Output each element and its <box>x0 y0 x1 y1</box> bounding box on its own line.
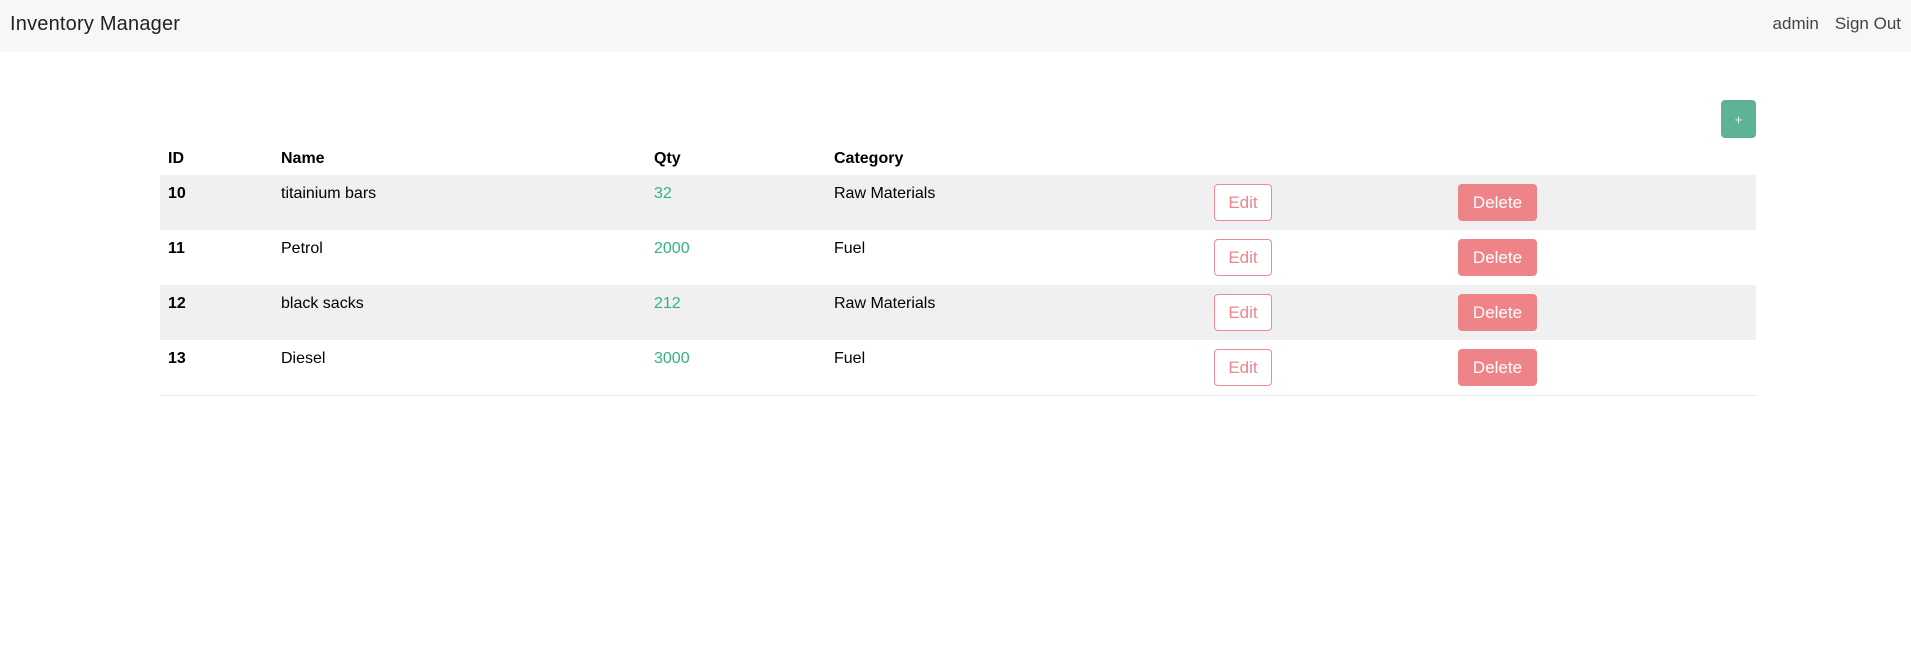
edit-button[interactable]: Edit <box>1214 294 1272 331</box>
header-category: Category <box>834 149 904 167</box>
edit-button[interactable]: Edit <box>1214 184 1272 221</box>
sign-out-link[interactable]: Sign Out <box>1835 14 1901 34</box>
row-edit-cell: Edit <box>1206 175 1450 230</box>
row-category: Raw Materials <box>834 185 936 202</box>
nav-user-menu: admin Sign Out <box>1773 14 1901 34</box>
table-row: 10 titainium bars 32 Raw Materials Edit … <box>160 175 1756 230</box>
row-category: Raw Materials <box>834 295 936 312</box>
row-id-cell: 12 <box>160 285 273 340</box>
header-edit <box>1206 142 1450 175</box>
header-delete <box>1450 142 1756 175</box>
row-qty-cell: 32 <box>646 175 826 230</box>
header-name: Name <box>281 149 325 167</box>
row-delete-cell: Delete <box>1450 230 1756 285</box>
row-delete-cell: Delete <box>1450 175 1756 230</box>
row-name-cell: titainium bars <box>273 175 646 230</box>
row-name: black sacks <box>281 295 364 312</box>
nav-username[interactable]: admin <box>1773 14 1819 34</box>
app-brand[interactable]: Inventory Manager <box>10 13 180 36</box>
row-edit-cell: Edit <box>1206 340 1450 395</box>
header-id: ID <box>168 149 184 167</box>
row-id: 12 <box>168 295 186 312</box>
row-name: Diesel <box>281 350 326 367</box>
header-qty: Qty <box>654 149 681 167</box>
row-id: 13 <box>168 350 186 367</box>
row-qty: 2000 <box>654 240 690 257</box>
table-header-row: ID Name Qty Category <box>160 142 1756 175</box>
row-category: Fuel <box>834 350 866 367</box>
row-qty-cell: 2000 <box>646 230 826 285</box>
row-name-cell: Petrol <box>273 230 646 285</box>
row-id: 11 <box>168 240 185 257</box>
row-edit-cell: Edit <box>1206 285 1450 340</box>
inventory-table: ID Name Qty Category 10 titainium bars 3… <box>160 142 1756 396</box>
row-id-cell: 13 <box>160 340 273 395</box>
row-category-cell: Fuel <box>826 230 1206 285</box>
table-row: 13 Diesel 3000 Fuel Edit Delete <box>160 340 1756 395</box>
delete-button[interactable]: Delete <box>1458 239 1537 276</box>
row-name-cell: Diesel <box>273 340 646 395</box>
row-delete-cell: Delete <box>1450 285 1756 340</box>
row-delete-cell: Delete <box>1450 340 1756 395</box>
row-category: Fuel <box>834 240 866 257</box>
row-category-cell: Fuel <box>826 340 1206 395</box>
table-row: 11 Petrol 2000 Fuel Edit Delete <box>160 230 1756 285</box>
delete-button[interactable]: Delete <box>1458 184 1537 221</box>
row-name-cell: black sacks <box>273 285 646 340</box>
row-qty-cell: 3000 <box>646 340 826 395</box>
row-qty: 212 <box>654 295 681 312</box>
edit-button[interactable]: Edit <box>1214 239 1272 276</box>
row-id-cell: 10 <box>160 175 273 230</box>
row-id-cell: 11 <box>160 230 273 285</box>
row-edit-cell: Edit <box>1206 230 1450 285</box>
delete-button[interactable]: Delete <box>1458 294 1537 331</box>
row-name: titainium bars <box>281 185 377 202</box>
row-qty: 32 <box>654 185 672 202</box>
row-id: 10 <box>168 185 186 202</box>
row-qty-cell: 212 <box>646 285 826 340</box>
top-navbar: Inventory Manager admin Sign Out <box>0 0 1911 52</box>
delete-button[interactable]: Delete <box>1458 349 1537 386</box>
row-category-cell: Raw Materials <box>826 175 1206 230</box>
row-qty: 3000 <box>654 350 690 367</box>
table-row: 12 black sacks 212 Raw Materials Edit De… <box>160 285 1756 340</box>
edit-button[interactable]: Edit <box>1214 349 1272 386</box>
row-category-cell: Raw Materials <box>826 285 1206 340</box>
row-name: Petrol <box>281 240 323 257</box>
add-item-button[interactable]: + <box>1721 100 1756 138</box>
